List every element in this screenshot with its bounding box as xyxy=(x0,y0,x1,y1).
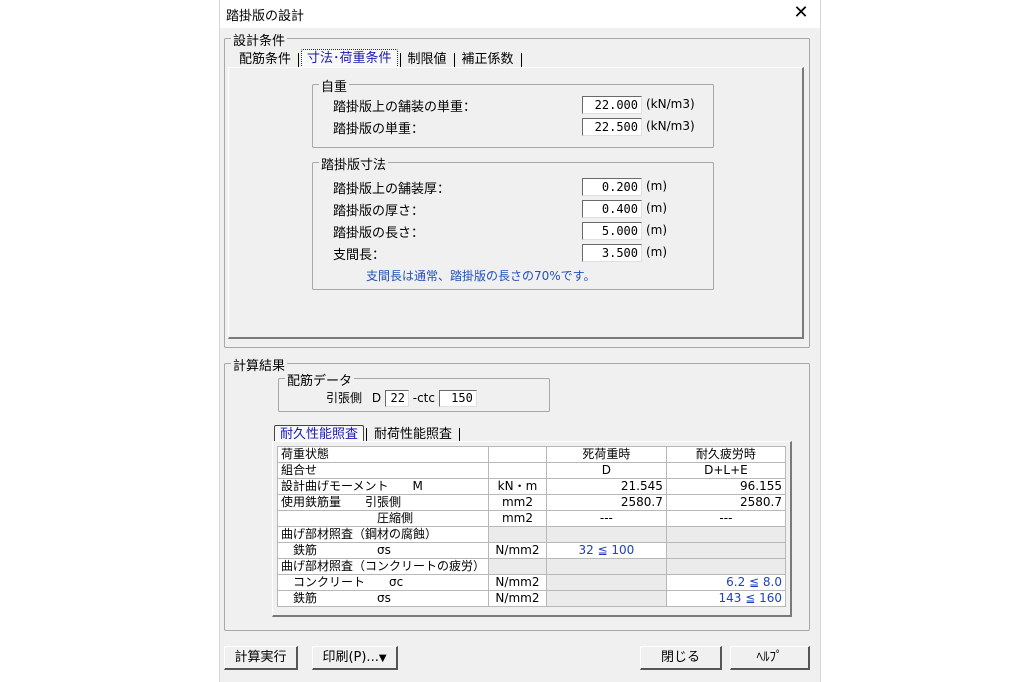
title-bar: 踏掛版の設計 ✕ xyxy=(220,0,820,28)
table-cell: 曲げ部材照査（鋼材の腐蝕） xyxy=(276,526,490,543)
slab-unit-weight-unit: (kN/m3) xyxy=(646,119,695,133)
table-cell: 使用鉄筋量 引張側 xyxy=(276,494,490,511)
slab-dimensions-label: 踏掛版寸法 xyxy=(319,154,389,173)
table-cell: --- xyxy=(665,510,787,527)
table-cell xyxy=(545,526,667,543)
table-cell: mm2 xyxy=(488,494,547,511)
table-cell xyxy=(488,526,547,543)
table-cell: 96.155 xyxy=(665,478,787,495)
table-cell: 圧縮側 xyxy=(276,510,490,527)
table-cell: 2580.7 xyxy=(665,494,787,511)
table-row: コンクリート σc N/mm2 6.2 ≦ 8.0 xyxy=(276,574,787,591)
pavement-thickness-unit: (m) xyxy=(646,179,668,193)
table-header-cell: 荷重状態 xyxy=(276,446,490,463)
table-cell: N/mm2 xyxy=(488,542,547,559)
table-cell xyxy=(545,590,667,607)
results-table: 荷重状態 死荷重時 耐久疲労時 組合せ D D+L+E 設計曲げモーメント M … xyxy=(276,446,787,607)
table-cell: 21.545 xyxy=(545,478,667,495)
slab-thickness-label: 踏掛版の厚さ： xyxy=(333,204,425,219)
dropdown-arrow-icon: ▼ xyxy=(378,653,387,664)
self-weight-label: 自重 xyxy=(319,76,350,95)
pavement-unit-weight-input[interactable]: 22.000 xyxy=(582,96,642,114)
results-label: 計算結果 xyxy=(231,355,288,374)
table-cell: 32 ≦ 100 xyxy=(545,542,667,559)
table-cell: mm2 xyxy=(488,510,547,527)
window-title: 踏掛版の設計 xyxy=(226,9,305,24)
table-cell: D xyxy=(545,462,667,479)
table-cell xyxy=(545,558,667,575)
table-row: 鉄筋 σs N/mm2 143 ≦ 160 xyxy=(276,590,787,607)
slab-unit-weight-input[interactable]: 22.500 xyxy=(582,118,642,136)
slab-unit-weight-label: 踏掛版の単重： xyxy=(333,122,425,137)
table-cell: コンクリート σc xyxy=(276,574,490,591)
tab-dimension-load-conditions[interactable]: 寸法･荷重条件 xyxy=(301,49,398,69)
table-row: 使用鉄筋量 引張側 mm2 2580.7 2580.7 xyxy=(276,494,787,511)
tension-side-label: 引張側 xyxy=(326,391,363,405)
table-cell xyxy=(488,558,547,575)
table-cell: 143 ≦ 160 xyxy=(665,590,787,607)
table-cell: 曲げ部材照査（コンクリートの疲労） xyxy=(276,558,490,575)
table-cell xyxy=(665,526,787,543)
design-conditions-tabs: 配筋条件 寸法･荷重条件 制限値 補正係数 xyxy=(234,49,524,69)
close-button[interactable]: 閉じる xyxy=(640,646,722,670)
table-cell xyxy=(545,574,667,591)
pavement-unit-weight-unit: (kN/m3) xyxy=(646,97,695,111)
table-cell: N/mm2 xyxy=(488,590,547,607)
rebar-data-row: 引張側 D 22 -ctc 150 xyxy=(326,389,477,407)
help-button[interactable]: ﾍﾙﾌﾟ xyxy=(730,646,810,670)
slab-length-input[interactable]: 5.000 xyxy=(582,222,642,240)
span-length-note: 支間長は通常、踏掛版の長さの70%です。 xyxy=(366,269,596,283)
print-button[interactable]: 印刷(P)...▼ xyxy=(312,646,398,670)
print-button-label: 印刷(P)... xyxy=(322,650,379,665)
table-header-cell: 耐久疲労時 xyxy=(665,446,787,463)
table-cell: 鉄筋 σs xyxy=(276,590,490,607)
span-length-unit: (m) xyxy=(646,245,668,259)
table-row: 設計曲げモーメント M kN・m 21.545 96.155 xyxy=(276,478,787,495)
table-cell: 鉄筋 σs xyxy=(276,542,490,559)
pavement-unit-weight-label: 踏掛版上の舗装の単重： xyxy=(333,100,477,115)
table-cell: 2580.7 xyxy=(545,494,667,511)
span-length-label: 支間長： xyxy=(333,248,386,263)
pavement-thickness-label: 踏掛版上の舗装厚： xyxy=(333,182,451,197)
slab-length-unit: (m) xyxy=(646,223,668,237)
table-cell: --- xyxy=(545,510,667,527)
table-row: 曲げ部材照査（鋼材の腐蝕） xyxy=(276,526,787,543)
dialog-window: 踏掛版の設計 ✕ 設計条件 配筋条件 寸法･荷重条件 制限値 補正係数 自重 踏… xyxy=(219,0,821,682)
table-row: 圧縮側 mm2 --- --- xyxy=(276,510,787,527)
table-header-row: 荷重状態 死荷重時 耐久疲労時 xyxy=(276,446,787,463)
slab-thickness-unit: (m) xyxy=(646,201,668,215)
table-cell: 設計曲げモーメント M xyxy=(276,478,490,495)
table-cell xyxy=(665,558,787,575)
design-conditions-label: 設計条件 xyxy=(231,30,288,49)
rebar-data-label: 配筋データ xyxy=(285,370,355,389)
table-row: 組合せ D D+L+E xyxy=(276,462,787,479)
table-cell: 6.2 ≦ 8.0 xyxy=(665,574,787,591)
close-icon[interactable]: ✕ xyxy=(790,2,812,24)
d-prefix: D xyxy=(371,391,382,405)
rebar-diameter-input[interactable]: 22 xyxy=(384,390,409,407)
table-header-cell: 死荷重時 xyxy=(545,446,667,463)
self-weight-group: 自重 xyxy=(312,76,714,148)
table-cell: 組合せ xyxy=(276,462,490,479)
ctc-label: -ctc xyxy=(412,391,435,405)
run-calculation-button[interactable]: 計算実行 xyxy=(224,646,298,670)
table-cell: N/mm2 xyxy=(488,574,547,591)
ctc-input[interactable]: 150 xyxy=(438,390,477,407)
table-cell xyxy=(665,542,787,559)
slab-thickness-input[interactable]: 0.400 xyxy=(582,200,642,218)
slab-length-label: 踏掛版の長さ： xyxy=(333,226,425,241)
table-row: 曲げ部材照査（コンクリートの疲労） xyxy=(276,558,787,575)
span-length-input[interactable]: 3.500 xyxy=(582,244,642,262)
table-row: 鉄筋 σs N/mm2 32 ≦ 100 xyxy=(276,542,787,559)
pavement-thickness-input[interactable]: 0.200 xyxy=(582,178,642,196)
table-cell: D+L+E xyxy=(665,462,787,479)
table-cell xyxy=(488,462,547,479)
table-header-cell xyxy=(488,446,547,463)
table-cell: kN・m xyxy=(488,478,547,495)
